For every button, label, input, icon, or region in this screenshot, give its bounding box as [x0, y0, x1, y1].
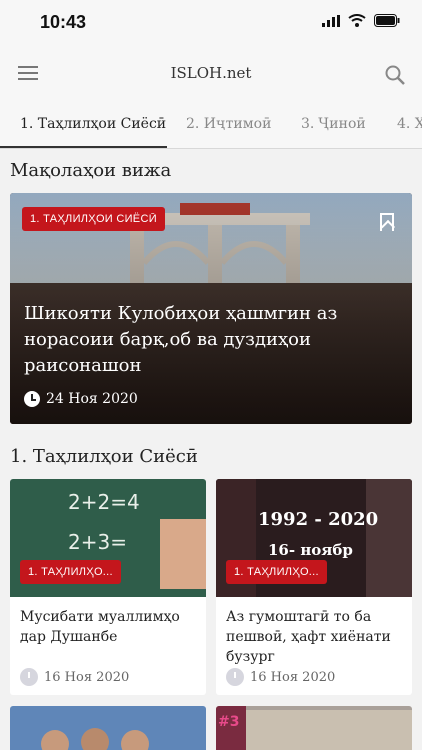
featured-article-date: 24 Ноя 2020 — [24, 391, 138, 407]
article-card-partial[interactable]: #3 — [216, 706, 412, 750]
tab-crime[interactable]: 3. Ҷиноӣ — [301, 116, 366, 132]
card-date: 16 Ноя 2020 — [226, 668, 335, 686]
section-politics-title: 1. Таҳлилҳои Сиёсӣ — [10, 446, 198, 467]
image-years: 1992 - 2020 — [258, 509, 378, 530]
card-title[interactable]: Аз гумоштагӣ то ба пешвоӣ, ҳафт хиёнати … — [226, 607, 404, 667]
card-title[interactable]: Мусибати муаллимҳо дар Душанбе — [20, 607, 198, 647]
featured-article-card[interactable]: 1. ТАҲЛИЛҲОИ СИЁСӢ Шикояти Кулобиҳои ҳаш… — [10, 193, 412, 424]
wifi-icon — [348, 14, 366, 27]
image-date: 16- ноябр — [268, 541, 353, 559]
chalk-line-2: 2+3= — [68, 530, 127, 554]
battery-icon — [374, 14, 400, 27]
tab-social[interactable]: 2. Иҷтимоӣ — [186, 116, 271, 132]
people-image — [10, 706, 206, 750]
app-bar: ISLOH.net — [0, 48, 422, 102]
card-date-text: 16 Ноя 2020 — [44, 669, 130, 685]
featured-date-text: 24 Ноя 2020 — [46, 391, 138, 407]
category-tabs: 1. Таҳлилҳои Сиёсӣ 2. Иҷтимоӣ 3. Ҷиноӣ 4… — [0, 102, 422, 149]
status-time: 10:43 — [40, 12, 87, 32]
clock-icon — [20, 668, 38, 686]
card-category-tag[interactable]: 1. ТАҲЛИЛҲО... — [226, 560, 327, 584]
active-tab-indicator — [0, 146, 167, 148]
status-icons — [322, 14, 400, 27]
featured-section-title: Мақолаҳои вижа — [10, 160, 172, 181]
card-date: 16 Ноя 2020 — [20, 668, 129, 686]
tab-4[interactable]: 4. Х — [397, 116, 422, 132]
svg-text:#3: #3 — [218, 714, 239, 730]
article-card-partial[interactable] — [10, 706, 206, 750]
status-bar: 10:43 — [0, 0, 422, 48]
signal-icon — [322, 14, 340, 27]
article-card[interactable]: 2+2=4 2+3= 1. ТАҲЛИЛҲО... Мусибати муалл… — [10, 479, 206, 695]
featured-article-title[interactable]: Шикояти Кулобиҳои ҳашмгин аз норасоии ба… — [24, 301, 394, 379]
clock-icon — [24, 391, 40, 407]
featured-category-tag[interactable]: 1. ТАҲЛИЛҲОИ СИЁСӢ — [22, 207, 165, 231]
card-category-tag[interactable]: 1. ТАҲЛИЛҲО... — [20, 560, 121, 584]
article-card[interactable]: 1992 - 2020 16- ноябр 1. ТАҲЛИЛҲО... Аз … — [216, 479, 412, 695]
search-icon[interactable] — [384, 64, 406, 86]
clock-icon — [226, 668, 244, 686]
app-title: ISLOH.net — [170, 64, 252, 82]
building-image: #3 — [216, 706, 412, 750]
chalk-line-1: 2+2=4 — [68, 490, 140, 514]
card-date-text: 16 Ноя 2020 — [250, 669, 336, 685]
bookmark-icon[interactable] — [380, 213, 394, 231]
tab-politics[interactable]: 1. Таҳлилҳои Сиёсӣ — [20, 116, 166, 132]
